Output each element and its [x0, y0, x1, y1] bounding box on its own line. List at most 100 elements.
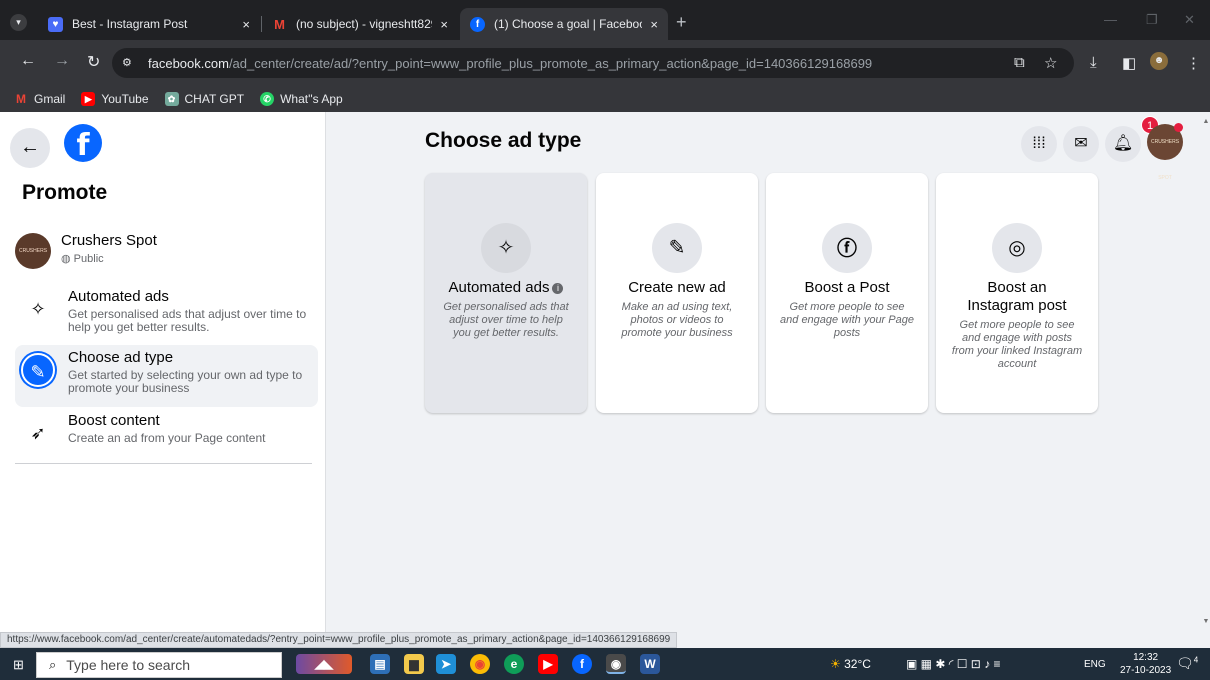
windows-start-icon[interactable]: ⊞: [13, 657, 24, 673]
file-explorer-icon[interactable]: ▆: [404, 654, 424, 674]
messenger-button[interactable]: ✉: [1063, 126, 1099, 162]
globe-icon: ◍: [61, 253, 71, 265]
facebook-icon: f: [470, 16, 485, 32]
weather-widget[interactable]: ☀ 32°C: [830, 657, 871, 671]
info-icon[interactable]: i: [552, 283, 564, 294]
kebab-menu-icon[interactable]: ⋮: [1186, 54, 1201, 72]
taskbar-clock[interactable]: 12:32 27-10-2023: [1120, 651, 1171, 677]
card-automated-ads[interactable]: ✧ Automated ads i Get personalised ads th…: [425, 173, 587, 413]
browser-toolbar: ← → ↻ ⚙ facebook.com/ad_center/create/ad…: [0, 40, 1210, 86]
url-path: /ad_center/create/ad/?entry_point=www_pr…: [228, 55, 873, 71]
magic-wand-icon: ✧: [481, 223, 531, 273]
back-button[interactable]: ←: [10, 128, 50, 168]
app-arrow-icon[interactable]: ➤: [436, 654, 456, 674]
sidebar-item-boost-content[interactable]: ➶ Boost content Create an ad from your P…: [15, 408, 318, 470]
side-panel-icon[interactable]: ◧: [1122, 54, 1136, 72]
cast-icon[interactable]: ⧉: [1014, 54, 1025, 71]
card-title: Automated ads i: [431, 279, 581, 297]
grid-icon: ⁞⁞⁞: [1032, 135, 1046, 152]
widgets-icon[interactable]: ◢◣: [296, 654, 352, 674]
tab-instagram-post[interactable]: ♥ Best - Instagram Post ×: [38, 8, 260, 40]
tab-search-chevron-icon[interactable]: ▾: [10, 14, 27, 31]
gmail-icon: M: [274, 16, 285, 32]
address-bar[interactable]: ⚙ facebook.com/ad_center/create/ad/?entr…: [112, 48, 1074, 78]
new-tab-button[interactable]: +: [676, 12, 687, 33]
avatar-status-dot: [1174, 123, 1183, 132]
sidebar-item-choose-ad-type[interactable]: ✎ Choose ad type Get started by selectin…: [15, 345, 318, 407]
close-icon[interactable]: ×: [650, 17, 658, 32]
card-boost-a-post[interactable]: ⓕ Boost a Post Get more people to see an…: [766, 173, 928, 413]
bookmark-label: What''s App: [280, 92, 343, 106]
sidebar-item-desc: Create an ad from your Page content: [68, 431, 266, 445]
card-desc: Get more people to see and engage with y…: [780, 301, 914, 339]
tab-facebook[interactable]: f (1) Choose a goal | Facebook ×: [460, 8, 668, 40]
sidebar-title: Promote: [22, 181, 108, 204]
bookmark-gmail[interactable]: M Gmail: [14, 92, 65, 106]
word-icon[interactable]: W: [640, 654, 660, 674]
facebook-icon[interactable]: f: [572, 654, 592, 674]
menu-grid-button[interactable]: ⁞⁞⁞: [1021, 126, 1057, 162]
tab-gmail[interactable]: M (no subject) - vigneshtt829@gm ×: [262, 8, 458, 40]
page-title: Choose ad type: [425, 129, 582, 152]
chrome-active-icon[interactable]: ◉: [606, 654, 626, 674]
sidebar-item-automated-ads[interactable]: ✧ Automated ads Get personalised ads tha…: [15, 284, 318, 346]
bookmark-chatgpt[interactable]: ✿ CHAT GPT: [164, 92, 244, 106]
messenger-icon: ✉: [1074, 135, 1088, 152]
reload-icon[interactable]: ↻: [87, 52, 100, 72]
back-arrow-icon[interactable]: ←: [20, 52, 36, 70]
bookmark-label: YouTube: [101, 92, 149, 106]
bookmark-star-icon[interactable]: ☆: [1044, 54, 1057, 72]
url-text: facebook.com/ad_center/create/ad/?entry_…: [148, 56, 872, 71]
card-boost-instagram-post[interactable]: ◎ Boost an Instagram post Get more peopl…: [936, 173, 1098, 413]
action-center-icon[interactable]: 🗨︎4: [1176, 655, 1198, 672]
site-settings-icon[interactable]: ⚙: [122, 56, 138, 70]
windows-taskbar: ⊞ ⌕ Type here to search ◢◣ ▤ ▆ ➤ ◉ e ▶ f…: [0, 648, 1210, 680]
page-selector[interactable]: CRUSHERS SPOT Crushers Spot ◍ Public: [15, 230, 315, 272]
browser-tab-strip: ▾ ♥ Best - Instagram Post × M (no subjec…: [0, 0, 1210, 40]
bookmark-youtube[interactable]: ▶ YouTube: [81, 92, 149, 106]
edge-icon[interactable]: e: [504, 654, 524, 674]
scroll-down-icon[interactable]: ▼: [1202, 618, 1210, 625]
close-icon[interactable]: ×: [440, 17, 448, 32]
notifications-button[interactable]: 🔔︎: [1105, 126, 1141, 162]
clock-time: 12:32: [1133, 652, 1159, 663]
tray-icons[interactable]: ▣ ▦ ✱ ◜ ☐ ⊡ ♪ ≡: [906, 657, 1001, 671]
heart-icon: ♥: [48, 16, 63, 32]
close-icon[interactable]: ×: [242, 17, 250, 32]
instagram-icon: ◎: [992, 223, 1042, 273]
facebook-logo-icon[interactable]: f: [64, 124, 102, 163]
bookmarks-bar: M Gmail ▶ YouTube ✿ CHAT GPT ✆ What''s A…: [0, 86, 1210, 112]
profile-avatar-icon[interactable]: ☻: [1150, 52, 1168, 70]
sidebar-item-title: Automated ads: [68, 288, 169, 305]
page-scrollbar[interactable]: ▲ ▼: [1202, 112, 1210, 632]
taskbar-search-box[interactable]: ⌕ Type here to search: [36, 652, 282, 678]
close-window-icon[interactable]: ✕: [1184, 12, 1195, 28]
minimize-icon[interactable]: —: [1104, 12, 1117, 27]
back-arrow-icon: ←: [20, 136, 40, 158]
language-indicator[interactable]: ENG: [1084, 659, 1106, 670]
bookmark-label: Gmail: [34, 92, 66, 106]
card-title: Boost an Instagram post: [967, 279, 1067, 314]
rocket-icon: ➶: [30, 423, 46, 443]
sidebar-divider: [15, 463, 312, 464]
forward-arrow-icon[interactable]: →: [54, 52, 70, 70]
url-host: facebook.com: [148, 55, 229, 71]
chatgpt-icon: ✿: [164, 92, 179, 106]
facebook-icon: ⓕ: [822, 223, 872, 273]
chrome-icon[interactable]: ◉: [470, 654, 490, 674]
bell-icon: 🔔︎: [1112, 135, 1134, 152]
clock-date: 27-10-2023: [1120, 665, 1172, 676]
bookmark-whatsapp[interactable]: ✆ What''s App: [260, 92, 343, 106]
card-create-new-ad[interactable]: ✎ Create new ad Make an ad using text, p…: [596, 173, 758, 413]
sidebar-item-title: Choose ad type: [68, 349, 174, 366]
restore-icon[interactable]: ❐: [1146, 12, 1158, 28]
card-title: Boost a Post: [804, 279, 890, 296]
youtube-icon[interactable]: ▶: [538, 654, 558, 674]
promote-sidebar: ← f Promote CRUSHERS SPOT Crushers Spot …: [0, 112, 326, 632]
scroll-up-icon[interactable]: ▲: [1202, 118, 1210, 125]
youtube-icon: ▶: [81, 92, 96, 106]
link-preview-status: https://www.facebook.com/ad_center/creat…: [0, 632, 678, 648]
task-view-icon[interactable]: ▤: [370, 654, 390, 674]
page-visibility: ◍ Public: [61, 252, 104, 265]
download-icon[interactable]: ⤓: [1090, 54, 1097, 71]
